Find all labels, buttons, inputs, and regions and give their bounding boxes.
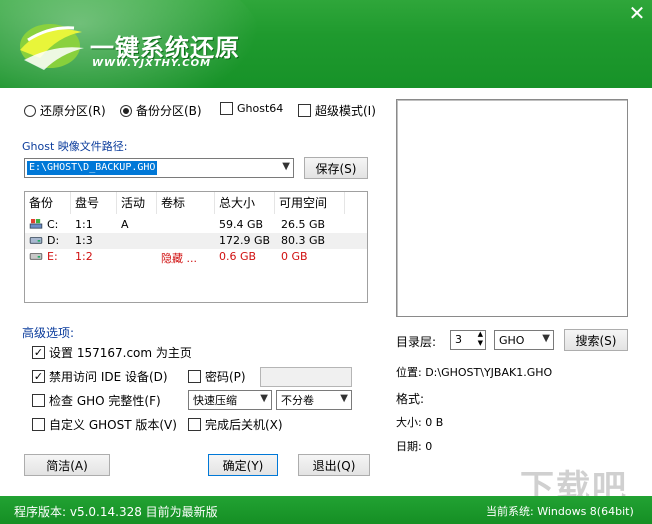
volume-label: 隐藏 ... bbox=[161, 252, 197, 265]
compression-value: 快速压缩 bbox=[193, 394, 237, 407]
checkbox-checked-icon: ✓ bbox=[32, 370, 45, 383]
file-browser-panel[interactable] bbox=[396, 99, 628, 317]
total-size: 59.4 GB bbox=[219, 218, 264, 231]
location-info: 位置: D:\GHOST\YJBAK1.GHO bbox=[396, 366, 553, 379]
checkbox-checked-icon: ✓ bbox=[32, 346, 45, 359]
col-free: 可用空间 bbox=[275, 192, 345, 214]
ghost-path-value: E:\GHOST\D_BACKUP.GHO bbox=[27, 161, 158, 175]
chevron-down-icon[interactable]: ▼ bbox=[340, 393, 348, 404]
save-button[interactable]: 保存(S) bbox=[304, 157, 368, 179]
drive-icon bbox=[29, 253, 43, 260]
total-size: 0.6 GB bbox=[219, 250, 257, 263]
version-info: 程序版本: v5.0.14.328 目前为最新版 bbox=[14, 505, 218, 519]
dir-level-spinner[interactable]: 3 ▲ ▼ bbox=[450, 330, 486, 350]
free-space: 0 GB bbox=[281, 250, 308, 263]
disk-number: 1:2 bbox=[75, 250, 93, 263]
total-size: 172.9 GB bbox=[219, 234, 271, 247]
filetype-select[interactable]: GHO ▼ bbox=[494, 330, 554, 350]
split-value: 不分卷 bbox=[281, 394, 314, 407]
check-gho-label: 检查 GHO 完整性(F) bbox=[49, 394, 161, 408]
split-select[interactable]: 不分卷 ▼ bbox=[276, 390, 352, 410]
windows-drive-icon bbox=[29, 219, 43, 229]
spinner-arrows-icon[interactable]: ▲ ▼ bbox=[478, 330, 483, 348]
exit-button[interactable]: 退出(Q) bbox=[298, 454, 370, 476]
simple-mode-button[interactable]: 简洁(A) bbox=[24, 454, 110, 476]
status-bar: 程序版本: v5.0.14.328 目前为最新版 当前系统: Windows 8… bbox=[0, 496, 652, 524]
disable-ide-label: 禁用访问 IDE 设备(D) bbox=[49, 370, 168, 384]
ghost64-checkbox[interactable]: Ghost64 bbox=[220, 102, 283, 115]
ghost-path-combo[interactable]: E:\GHOST\D_BACKUP.GHO ▼ bbox=[24, 158, 294, 178]
app-subtitle: WWW.YJXTHY.COM bbox=[92, 58, 212, 69]
super-mode-checkbox[interactable]: 超级模式(I) bbox=[298, 102, 376, 119]
advanced-options-title: 高级选项: bbox=[22, 326, 75, 340]
disable-ide-checkbox[interactable]: ✓ 禁用访问 IDE 设备(D) bbox=[32, 368, 168, 385]
app-logo-icon bbox=[20, 24, 84, 70]
custom-ghost-checkbox[interactable]: 自定义 GHOST 版本(V) bbox=[32, 416, 177, 433]
restore-partition-label: 还原分区(R) bbox=[40, 104, 106, 118]
chevron-down-icon[interactable]: ▼ bbox=[260, 393, 268, 404]
restore-partition-radio[interactable]: 还原分区(R) bbox=[24, 102, 106, 119]
drive-letter: D: bbox=[47, 234, 60, 247]
checkbox-empty-icon bbox=[32, 394, 45, 407]
disk-number: 1:1 bbox=[75, 218, 93, 231]
col-total: 总大小 bbox=[215, 192, 275, 214]
radio-empty-icon bbox=[24, 104, 36, 117]
partition-table[interactable]: 备份 盘号 活动 卷标 总大小 可用空间 C: 1:1 A 59.4 GB 26… bbox=[24, 191, 368, 303]
chevron-down-icon[interactable]: ▼ bbox=[542, 333, 550, 344]
backup-partition-label: 备份分区(B) bbox=[136, 104, 202, 118]
checkbox-empty-icon bbox=[32, 418, 45, 431]
password-checkbox[interactable]: 密码(P) bbox=[188, 368, 246, 385]
set-homepage-label: 设置 157167.com 为主页 bbox=[49, 346, 192, 360]
dir-level-label: 目录层: bbox=[396, 335, 437, 349]
checkbox-empty-icon bbox=[188, 418, 201, 431]
divider bbox=[20, 128, 380, 129]
col-backup: 备份 bbox=[25, 192, 71, 214]
drive-letter: E: bbox=[47, 250, 58, 263]
custom-ghost-label: 自定义 GHOST 版本(V) bbox=[49, 418, 177, 432]
table-row[interactable]: E: 1:2 隐藏 ... 0.6 GB 0 GB bbox=[25, 249, 367, 265]
super-mode-label: 超级模式(I) bbox=[315, 104, 376, 118]
free-space: 80.3 GB bbox=[281, 234, 326, 247]
size-info: 大小: 0 B bbox=[396, 416, 444, 429]
chevron-down-icon[interactable]: ▼ bbox=[282, 161, 290, 172]
shutdown-checkbox[interactable]: 完成后关机(X) bbox=[188, 416, 283, 433]
drive-letter: C: bbox=[47, 218, 59, 231]
table-row[interactable]: D: 1:3 172.9 GB 80.3 GB bbox=[25, 233, 367, 249]
backup-partition-radio[interactable]: 备份分区(B) bbox=[120, 102, 202, 119]
active-flag: A bbox=[121, 218, 129, 231]
checkbox-empty-icon bbox=[298, 104, 311, 117]
disk-number: 1:3 bbox=[75, 234, 93, 247]
drive-icon bbox=[29, 237, 43, 244]
check-gho-checkbox[interactable]: 检查 GHO 完整性(F) bbox=[32, 392, 161, 409]
header-banner: 一键系统还原 WWW.YJXTHY.COM ✕ bbox=[0, 0, 652, 88]
divider bbox=[20, 440, 380, 441]
set-homepage-checkbox[interactable]: ✓ 设置 157167.com 为主页 bbox=[32, 344, 192, 361]
shutdown-label: 完成后关机(X) bbox=[205, 418, 283, 432]
ghost64-label: Ghost64 bbox=[237, 102, 284, 115]
date-info: 日期: 0 bbox=[396, 440, 433, 453]
close-icon[interactable]: ✕ bbox=[626, 2, 648, 24]
compression-select[interactable]: 快速压缩 ▼ bbox=[188, 390, 272, 410]
checkbox-empty-icon bbox=[220, 102, 233, 115]
password-label: 密码(P) bbox=[205, 370, 246, 384]
password-input[interactable] bbox=[260, 367, 352, 387]
col-disk: 盘号 bbox=[71, 192, 117, 214]
free-space: 26.5 GB bbox=[281, 218, 326, 231]
format-info: 格式: bbox=[396, 392, 425, 406]
system-info: 当前系统: Windows 8(64bit) bbox=[486, 505, 634, 518]
col-label: 卷标 bbox=[157, 192, 215, 214]
filetype-value: GHO bbox=[499, 333, 525, 347]
col-active: 活动 bbox=[117, 192, 157, 214]
search-button[interactable]: 搜索(S) bbox=[564, 329, 628, 351]
checkbox-empty-icon bbox=[188, 370, 201, 383]
table-row[interactable]: C: 1:1 A 59.4 GB 26.5 GB bbox=[25, 217, 367, 233]
dir-level-value: 3 bbox=[455, 333, 462, 346]
radio-selected-icon bbox=[120, 104, 132, 117]
ok-button[interactable]: 确定(Y) bbox=[208, 454, 278, 476]
main-panel: 还原分区(R) 备份分区(B) Ghost64 超级模式(I) Ghost 映像… bbox=[0, 88, 652, 496]
ghost-path-label: Ghost 映像文件路径: bbox=[22, 140, 128, 153]
